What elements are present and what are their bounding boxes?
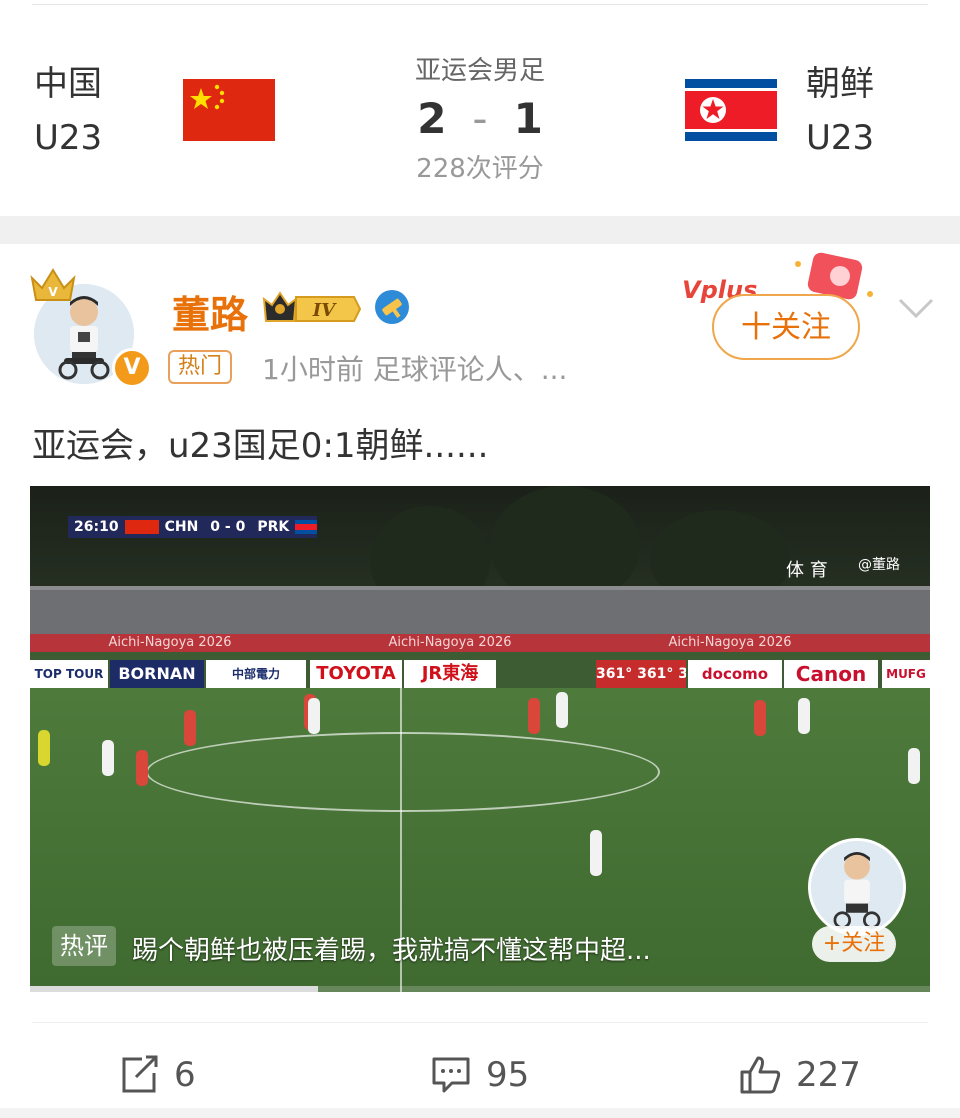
share-count: 6 (174, 1055, 196, 1095)
away-team-name: 朝鲜 (806, 64, 874, 104)
chevron-down-icon[interactable] (896, 294, 936, 322)
top-divider (32, 4, 928, 5)
hot-tag: 热门 (168, 350, 233, 384)
video-avatar[interactable] (808, 838, 906, 936)
north-korea-flag-mini-icon (295, 520, 318, 534)
verified-v-icon: V (112, 348, 152, 388)
footer-divider (32, 1022, 928, 1023)
broadcast-watermark: 体 育 (786, 560, 828, 581)
ad-board: TOYOTA (310, 660, 402, 688)
player (102, 740, 114, 776)
ad-board: 中部電力 (206, 660, 306, 688)
share-button[interactable]: 6 (118, 1050, 196, 1100)
away-score: 1 (513, 94, 543, 143)
player (590, 830, 602, 876)
ad-board: MUFG (882, 660, 930, 688)
hot-comment[interactable]: 踢个朝鲜也被压着踢，我就搞不懂这帮中超... (132, 930, 651, 967)
video-follow-button[interactable]: +关注 (812, 926, 896, 962)
scoreboard-score: 0 - 0 (210, 519, 246, 535)
comment-count: 95 (486, 1055, 530, 1095)
score-separator: - (472, 94, 488, 143)
like-count: 227 (796, 1055, 861, 1095)
video-player[interactable]: Aichi-Nagoya 2026 Aichi-Nagoya 2026 Aichi-… (30, 486, 930, 992)
verification-badge-icon (375, 290, 409, 324)
away-team-sub: U23 (806, 118, 875, 158)
avatar-image-icon (811, 841, 903, 933)
follow-button[interactable]: 十关注 (712, 294, 860, 360)
player (184, 710, 196, 746)
gold-crown-badge-icon: V (30, 268, 76, 301)
ad-board: TOP TOUR (30, 660, 108, 688)
north-korea-flag-icon (685, 79, 777, 141)
user-avatar-wrap[interactable]: V V (28, 266, 152, 388)
ad-board: 361° 361° 361° (596, 660, 686, 688)
post-text: 亚运会，u23国足0:1朝鲜...... (32, 426, 489, 466)
player (754, 700, 766, 736)
vip-level-badge-icon: IV (262, 291, 362, 322)
thumbs-up-icon (740, 1056, 781, 1094)
share-icon (122, 1055, 158, 1093)
ad-board: JR東海 (404, 660, 496, 688)
ad-board: docomo (688, 660, 782, 688)
match-clock: 26:10 (74, 519, 119, 535)
event-banner-text: Aichi-Nagoya 2026 (668, 635, 792, 650)
player (528, 698, 540, 734)
stadium-stand (30, 590, 930, 634)
player (798, 698, 810, 734)
section-separator (0, 216, 960, 244)
svg-text:V: V (48, 285, 58, 299)
match-score-card[interactable]: 中国 U23 亚运会男足 2-1 228次评分 朝鲜 U23 (0, 6, 960, 216)
bottom-strip (0, 1108, 960, 1118)
home-score: 2 (417, 94, 447, 143)
event-banner-text: Aichi-Nagoya 2026 (108, 635, 232, 650)
player (908, 748, 920, 784)
comment-icon (432, 1057, 470, 1093)
scoreboard-away: PRK (257, 519, 290, 535)
svg-text:IV: IV (312, 300, 337, 321)
like-button[interactable]: 227 (738, 1050, 861, 1100)
video-scoreboard: 26:10 CHN 0 - 0 PRK (68, 516, 318, 538)
player (556, 692, 568, 728)
event-banner-text: Aichi-Nagoya 2026 (870, 634, 930, 652)
event-banner-text: Aichi-Nagoya 2026 (388, 635, 512, 650)
hot-comment-tag: 热评 (52, 926, 116, 966)
video-progress-fill (30, 986, 318, 992)
comment-button[interactable]: 95 (430, 1050, 529, 1100)
post-meta: 1小时前 足球评论人、... (262, 353, 568, 386)
center-circle (146, 732, 660, 812)
scoreboard-home: CHN (164, 519, 199, 535)
player (136, 750, 148, 786)
player (38, 730, 50, 766)
user-name[interactable]: 董路 (172, 284, 248, 339)
player (308, 698, 320, 734)
event-banner: Aichi-Nagoya 2026 Aichi-Nagoya 2026 Aichi-… (30, 634, 930, 652)
user-watermark: @董路 (858, 557, 900, 573)
china-flag-mini-icon (124, 520, 159, 534)
ad-board: BORNAN (110, 660, 204, 688)
ad-board: Canon (784, 660, 878, 688)
